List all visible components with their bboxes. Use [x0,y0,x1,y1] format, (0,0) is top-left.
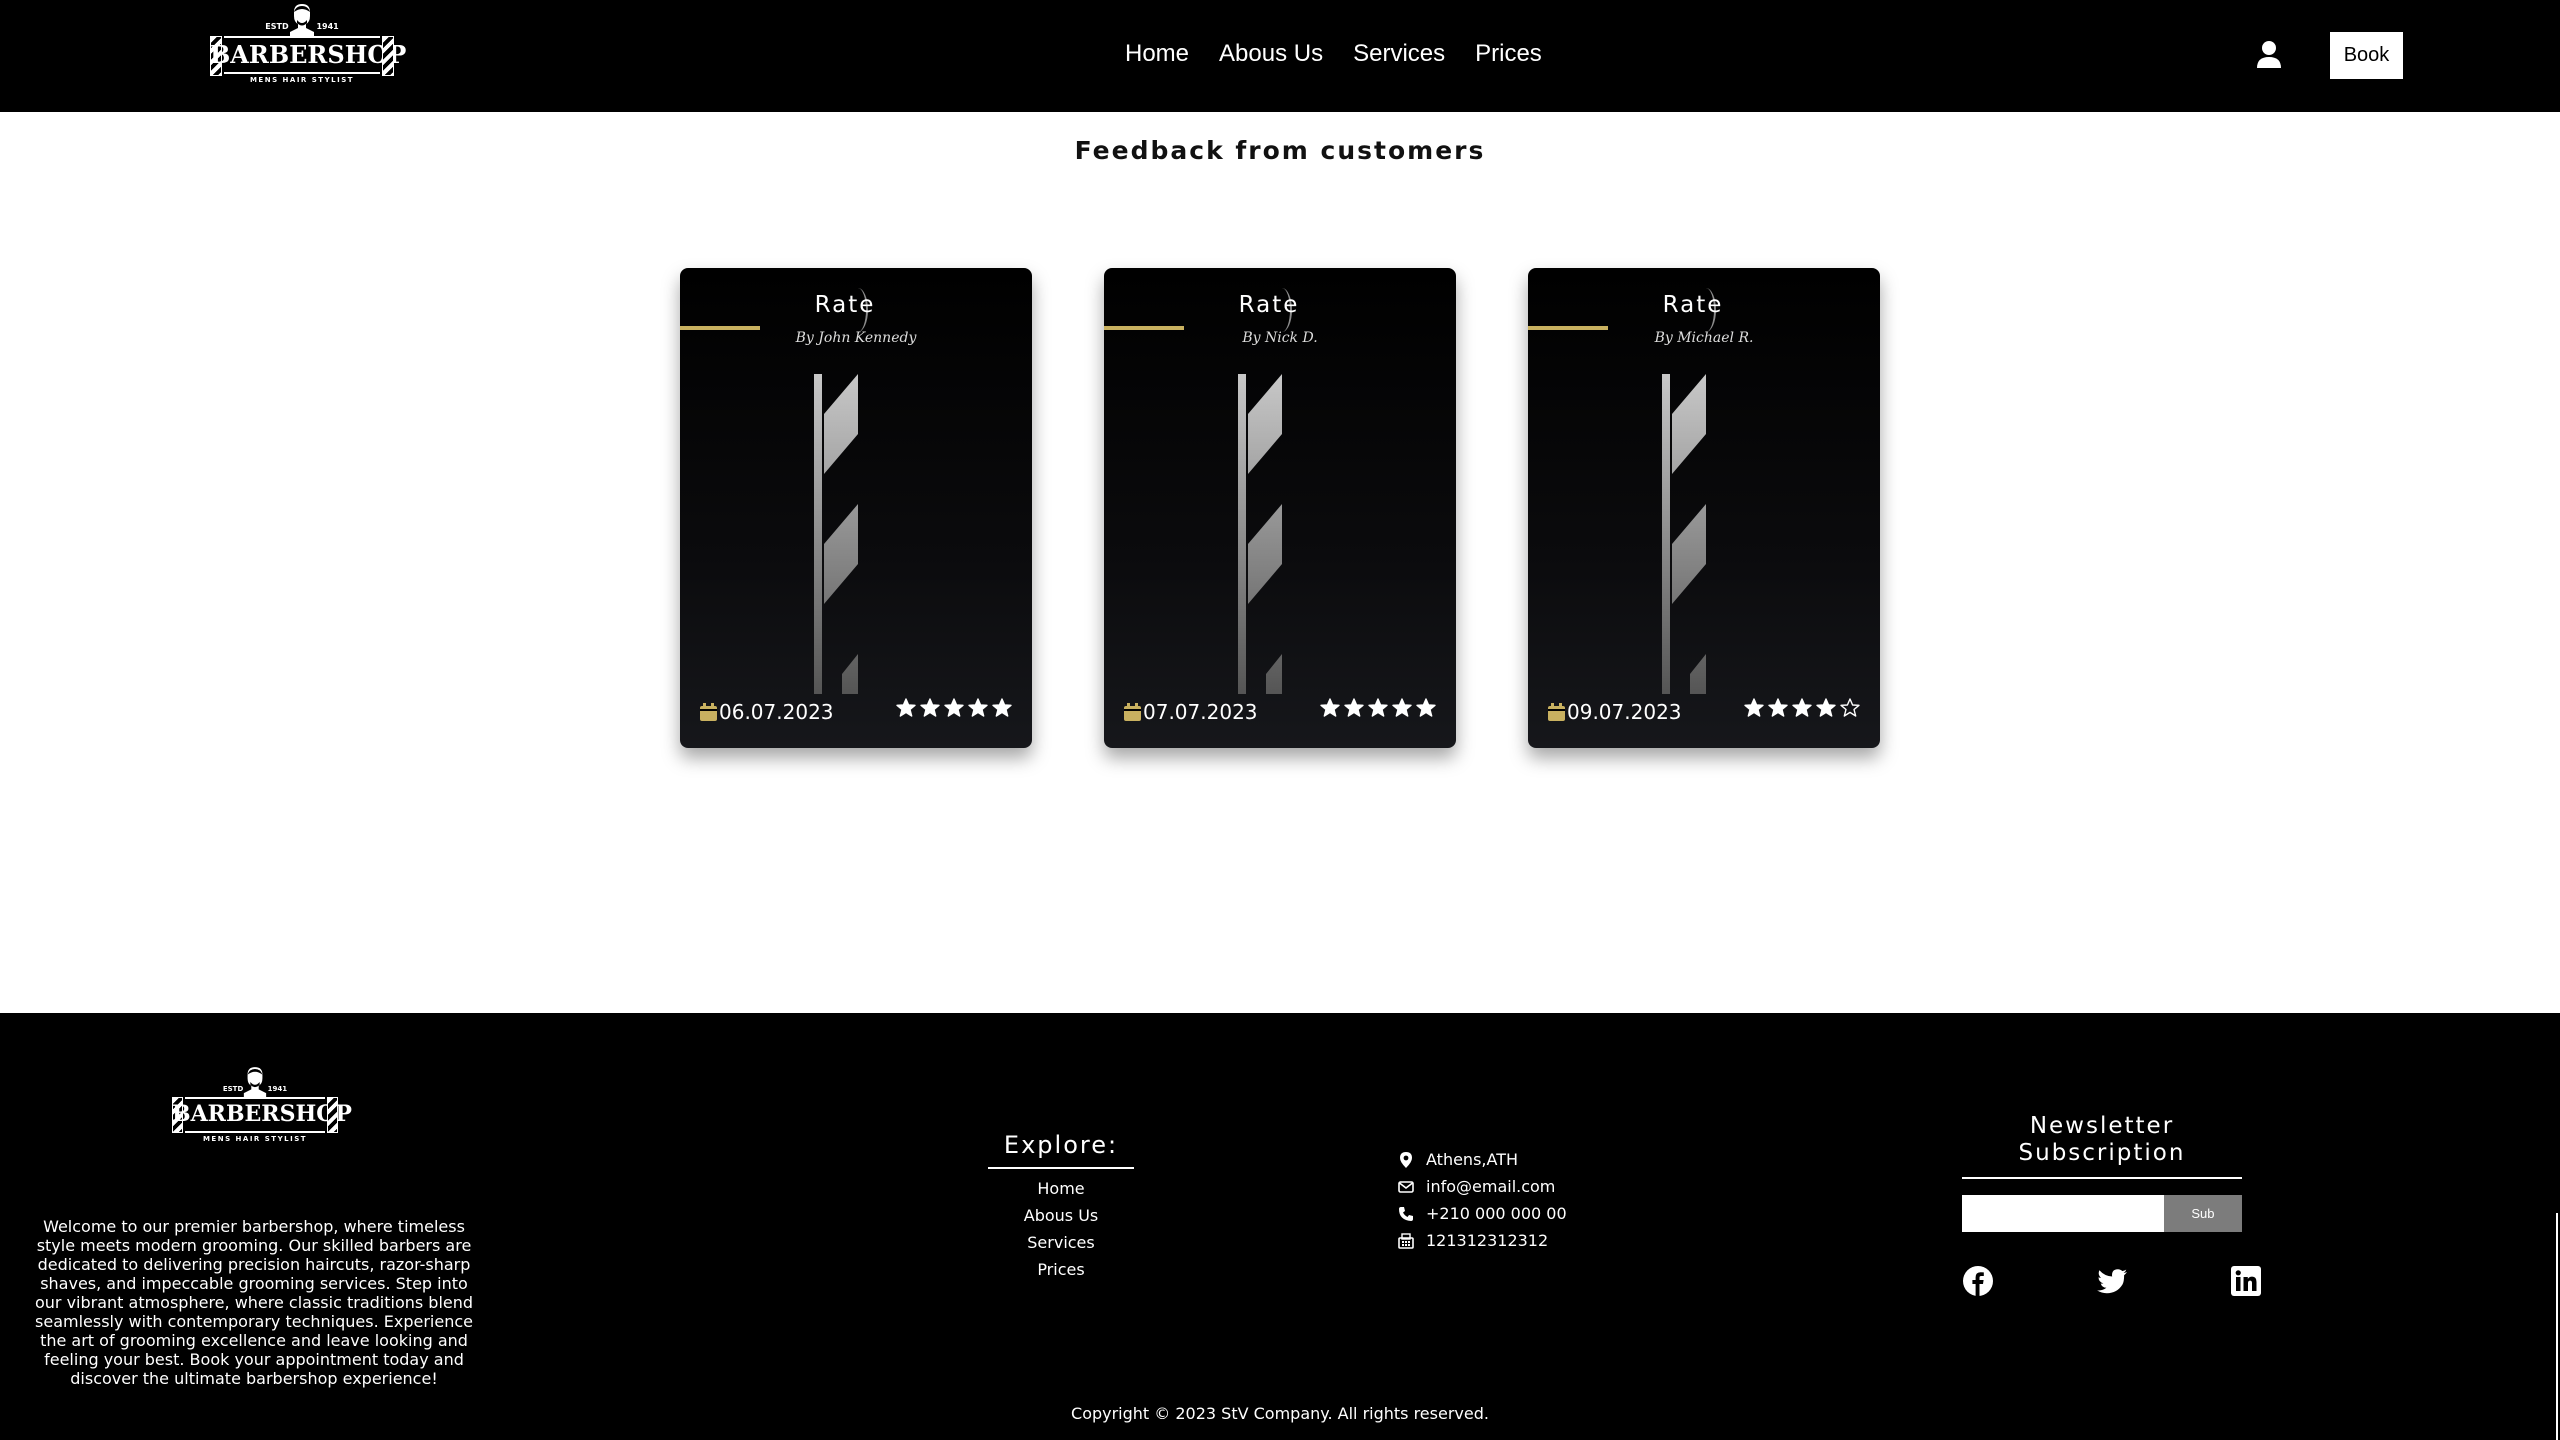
newsletter-form: Sub [1962,1195,2242,1232]
star-filled-icon [1368,698,1388,717]
list-item: Home [988,1175,1134,1202]
site-footer: ESTD 1941 BARBERSHOP MENS HAIR STYLIST W… [0,1013,2560,1440]
calendar-icon [1124,703,1141,721]
twitter-link[interactable] [2096,1265,2128,1297]
logo-rule-top [224,36,380,38]
card-title: Rate [814,292,876,318]
card-date: 06.07.2023 [700,700,834,724]
contact-phone: +210 000 000 00 [1398,1200,1567,1227]
book-button[interactable]: Book [2330,32,2403,79]
star-filled-icon [920,698,940,717]
contact-fax: 121312312312 [1398,1227,1567,1254]
card-title: Rate [1662,292,1724,318]
card-date: 09.07.2023 [1548,700,1682,724]
explore-links: Home Abous Us Services Prices [988,1175,1134,1283]
barber-pole-right [327,1097,338,1133]
envelope-icon [1398,1180,1414,1193]
card-author: By John Kennedy [795,330,917,346]
about-text: Welcome to our premier barbershop, where… [34,1217,474,1388]
facebook-icon [1963,1266,1993,1296]
feedback-card: Rate By Nick D. 07.07.2023 [1104,268,1456,748]
logo-estd: ESTD 1941 [222,1085,288,1093]
barbershop-logo[interactable]: ESTD 1941 BARBERSHOP MENS HAIR STYLIST [210,2,407,88]
star-filled-icon [1320,698,1340,717]
logo-brand: BARBERSHOP [172,1101,352,1127]
newsletter-email-input[interactable] [1962,1195,2164,1232]
logo-rule-bottom [185,1131,325,1133]
nav-services[interactable]: Services [1353,40,1445,68]
nav-about[interactable]: Abous Us [1219,40,1323,68]
facebook-link[interactable] [1962,1265,1994,1297]
footer-link-about[interactable]: Abous Us [1024,1206,1099,1225]
card-date-text: 06.07.2023 [719,700,834,724]
star-filled-icon [1392,698,1412,717]
star-rating [1744,698,1860,718]
star-filled-icon [1792,698,1812,717]
star-filled-icon [1768,698,1788,717]
logo-rule-bottom [224,72,380,74]
contact-address: Athens,ATH [1398,1146,1567,1173]
nav-prices[interactable]: Prices [1475,40,1542,68]
star-rating [1320,698,1436,718]
footer-link-home[interactable]: Home [1037,1179,1084,1198]
barber-head-icon [243,1067,267,1099]
footer-link-prices[interactable]: Prices [1037,1260,1084,1279]
star-filled-icon [1816,698,1836,717]
newsletter-section: Newsletter Subscription Sub [1962,1113,2242,1232]
barber-pole-image [1238,374,1282,694]
newsletter-title: Newsletter Subscription [1962,1113,2242,1179]
barber-pole-image [814,374,858,694]
card-date: 07.07.2023 [1124,700,1258,724]
star-filled-icon [896,698,916,717]
star-filled-icon [1744,698,1764,717]
card-title: Rate [1238,292,1300,318]
contact-email: info@email.com [1398,1173,1567,1200]
star-filled-icon [1416,698,1436,717]
star-filled-icon [968,698,988,717]
twitter-icon [2097,1269,2127,1294]
phone-icon [1399,1206,1413,1221]
calendar-icon [1548,703,1565,721]
contact-info: Athens,ATH info@email.com +210 000 000 0… [1398,1146,1567,1254]
linkedin-link[interactable] [2230,1265,2262,1297]
card-date-text: 09.07.2023 [1567,700,1682,724]
map-pin-icon [1400,1151,1412,1168]
barber-pole-right [382,36,394,76]
list-item: Abous Us [988,1202,1134,1229]
fax-icon [1398,1232,1414,1249]
barber-head-icon [290,4,314,38]
logo-brand: BARBERSHOP [210,40,407,69]
list-item: Services [988,1229,1134,1256]
feedback-card: Rate By Michael R. 09.07.2023 [1528,268,1880,748]
subscribe-button[interactable]: Sub [2163,1195,2242,1232]
user-icon[interactable] [2256,40,2282,68]
barber-pole-image [1662,374,1706,694]
calendar-icon [700,703,717,721]
main-nav: Home Abous Us Services Prices [1125,40,1542,68]
copyright-text: Copyright © 2023 StV Company. All rights… [1071,1404,1489,1423]
card-author: By Michael R. [1654,330,1754,346]
logo-rule-top [185,1097,325,1099]
star-rating [896,698,1012,718]
star-filled-icon [944,698,964,717]
card-date-text: 07.07.2023 [1143,700,1258,724]
linkedin-icon [2231,1266,2261,1296]
explore-title: Explore: [988,1131,1134,1169]
nav-home[interactable]: Home [1125,40,1189,68]
explore-section: Explore: Home Abous Us Services Prices [988,1131,1134,1283]
star-filled-icon [992,698,1012,717]
site-header: ESTD 1941 BARBERSHOP MENS HAIR STYLIST H… [0,0,2560,112]
footer-link-services[interactable]: Services [1027,1233,1094,1252]
logo-tagline: MENS HAIR STYLIST [202,1135,308,1143]
logo-estd: ESTD 1941 [265,22,339,31]
list-item: Prices [988,1256,1134,1283]
footer-barbershop-logo[interactable]: ESTD 1941 BARBERSHOP MENS HAIR STYLIST [172,1065,352,1145]
feedback-title: Feedback from customers [1074,136,1486,165]
card-author: By Nick D. [1242,330,1318,346]
feedback-card: Rate By John Kennedy 06.07.2023 [680,268,1032,748]
logo-tagline: MENS HAIR STYLIST [249,76,355,84]
star-filled-icon [1344,698,1364,717]
star-empty-icon [1840,698,1860,717]
scrollbar[interactable] [2556,1213,2558,1440]
